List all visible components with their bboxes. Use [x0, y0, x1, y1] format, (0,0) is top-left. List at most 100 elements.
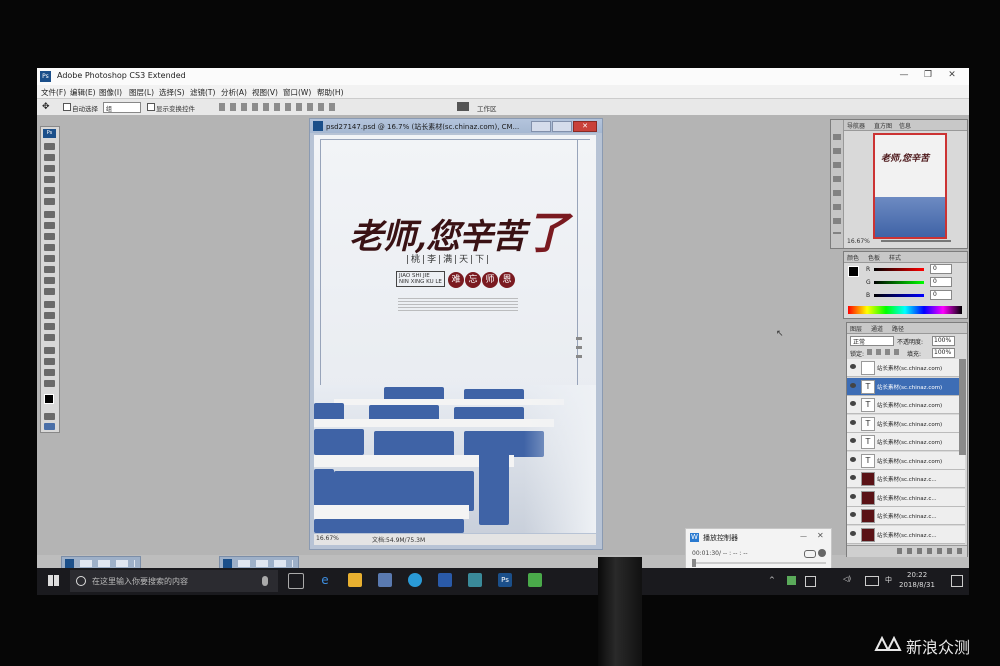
menu-analysis[interactable]: 分析(A)	[221, 87, 247, 98]
microphone-icon[interactable]	[262, 576, 268, 586]
app-icon[interactable]	[528, 573, 542, 587]
show-transform-checkbox[interactable]	[147, 103, 155, 111]
visibility-eye-icon[interactable]	[850, 364, 856, 369]
menu-edit[interactable]: 编辑(E)	[70, 87, 96, 98]
layer-row[interactable]: 站长素材(sc.chinaz.c...	[847, 488, 965, 507]
tab-styles[interactable]: 样式	[889, 253, 901, 262]
player-progress-handle[interactable]	[692, 559, 696, 567]
visibility-eye-icon[interactable]	[850, 401, 856, 406]
notes-tool-icon[interactable]	[44, 347, 55, 354]
player-close-button[interactable]: ✕	[817, 531, 824, 540]
notification-icon[interactable]	[951, 575, 963, 587]
slider-b[interactable]	[874, 294, 924, 297]
navigator-zoom[interactable]: 16.67%	[847, 238, 870, 245]
crop-tool-icon[interactable]	[44, 187, 55, 194]
loop-icon[interactable]	[804, 550, 816, 558]
move-tool-icon[interactable]	[44, 143, 55, 150]
value-r[interactable]: 0	[930, 264, 952, 274]
layer-row[interactable]: T 站长素材(sc.chinaz.com)	[847, 433, 965, 451]
auto-select-checkbox[interactable]	[63, 103, 71, 111]
tab-info[interactable]: 信息	[899, 121, 911, 130]
mini-window-buttons[interactable]	[238, 560, 293, 567]
doc-minimize-button[interactable]	[531, 121, 551, 132]
layers-scrollbar[interactable]	[959, 359, 966, 455]
menu-file[interactable]: 文件(F)	[41, 87, 66, 98]
minimize-button[interactable]: —	[895, 70, 913, 80]
slice-tool-icon[interactable]	[44, 198, 55, 205]
blend-mode-select[interactable]: 正常	[850, 336, 894, 346]
marquee-tool-icon[interactable]	[44, 154, 55, 161]
shape-tool-icon[interactable]	[44, 334, 55, 341]
color-foreground[interactable]	[848, 266, 859, 277]
layer-row[interactable]: 站长素材(sc.chinaz.com)	[847, 359, 965, 377]
menu-help[interactable]: 帮助(H)	[317, 87, 344, 98]
visibility-eye-icon[interactable]	[850, 493, 856, 499]
taskbar-search-box[interactable]: 在这里输入你要搜索的内容	[70, 570, 278, 592]
tab-layers[interactable]: 图层	[850, 324, 862, 333]
value-g[interactable]: 0	[930, 277, 952, 287]
menu-view[interactable]: 视图(V)	[252, 87, 278, 98]
mini-window-buttons[interactable]	[80, 560, 135, 567]
layer-row[interactable]: T 站长素材(sc.chinaz.com)	[847, 396, 965, 414]
lock-buttons[interactable]	[867, 349, 903, 355]
foreground-color-swatch[interactable]	[44, 394, 54, 404]
layer-group-select[interactable]: 组	[103, 102, 141, 113]
hand-tool-icon[interactable]	[44, 369, 55, 376]
visibility-eye-icon[interactable]	[850, 475, 856, 480]
zoom-level[interactable]: 16.67%	[316, 535, 339, 542]
menu-layer[interactable]: 图层(L)	[129, 87, 154, 98]
word-icon[interactable]	[438, 573, 452, 587]
maximize-button[interactable]: ❐	[919, 70, 937, 80]
visibility-eye-icon[interactable]	[850, 512, 856, 517]
layer-row[interactable]: 站长素材(sc.chinaz.c...	[847, 507, 965, 525]
sogou-icon[interactable]	[408, 573, 422, 587]
fill-input[interactable]: 100%	[932, 348, 955, 358]
tab-histogram[interactable]: 直方图	[874, 121, 892, 130]
navigator-thumbnail[interactable]: 老师,您辛苦	[873, 133, 947, 239]
menu-window[interactable]: 窗口(W)	[283, 87, 311, 98]
tray-app-icon[interactable]	[787, 576, 796, 585]
doc-close-button[interactable]: ✕	[573, 121, 597, 132]
volume-tray-icon[interactable]: ◁)	[843, 575, 851, 583]
close-button[interactable]: ✕	[943, 70, 961, 80]
clock-time[interactable]: 20:22	[907, 571, 927, 579]
type-tool-icon[interactable]	[44, 312, 55, 319]
visibility-eye-icon[interactable]	[850, 419, 856, 425]
menu-image[interactable]: 图像(I)	[99, 87, 122, 98]
color-spectrum[interactable]	[848, 306, 962, 314]
file-explorer-icon[interactable]	[348, 573, 362, 587]
slider-g[interactable]	[874, 281, 924, 284]
tab-navigator[interactable]: 导航器	[847, 121, 865, 130]
app-icon[interactable]	[468, 573, 482, 587]
pen-tool-icon[interactable]	[44, 301, 55, 308]
app-icon[interactable]	[378, 573, 392, 587]
layer-row[interactable]: T 站长素材(sc.chinaz.com)	[847, 377, 965, 396]
workspace-button[interactable]: 工作区	[477, 103, 497, 113]
task-view-icon[interactable]	[288, 573, 304, 589]
layer-row[interactable]: T 站长素材(sc.chinaz.com)	[847, 414, 965, 433]
dock-icons[interactable]	[833, 134, 841, 234]
eyedropper-icon[interactable]	[44, 358, 55, 365]
value-b[interactable]: 0	[930, 290, 952, 300]
layer-row[interactable]: 站长素材(sc.chinaz.c...	[847, 525, 965, 544]
move-tool-icon[interactable]: ✥	[42, 102, 52, 112]
edge-browser-icon[interactable]: e	[318, 573, 332, 587]
healing-brush-icon[interactable]	[44, 211, 55, 218]
slider-r[interactable]	[874, 268, 924, 271]
opacity-input[interactable]: 100%	[932, 336, 955, 346]
zoom-tool-icon[interactable]	[44, 380, 55, 387]
visibility-eye-icon[interactable]	[850, 382, 856, 388]
magic-wand-tool-icon[interactable]	[44, 176, 55, 183]
player-minimize-button[interactable]: —	[800, 532, 807, 540]
menu-select[interactable]: 选择(S)	[159, 87, 185, 98]
layer-row[interactable]: 站长素材(sc.chinaz.c...	[847, 470, 965, 488]
poster-canvas[interactable]: 老师,您辛苦了 |桃|李|满|天|下| JIAO SHI JIE NIN XIN…	[314, 135, 596, 533]
brush-tool-icon[interactable]	[44, 222, 55, 229]
navigator-zoom-slider[interactable]	[881, 240, 951, 242]
gradient-tool-icon[interactable]	[44, 266, 55, 273]
history-brush-icon[interactable]	[44, 244, 55, 251]
align-buttons[interactable]	[219, 103, 339, 111]
tab-color[interactable]: 颜色	[847, 253, 859, 262]
visibility-eye-icon[interactable]	[850, 530, 856, 536]
clock-date[interactable]: 2018/8/31	[899, 581, 935, 589]
